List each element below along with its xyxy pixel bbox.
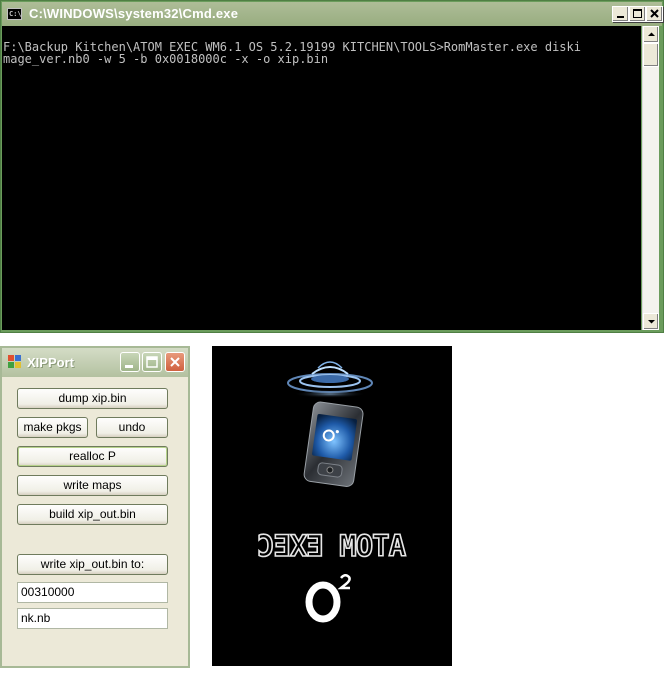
- xipport-title-bar[interactable]: XIPPort: [2, 348, 188, 377]
- o2-logo: [305, 574, 351, 623]
- mirrored-logo-text: ATOM EXEC: [258, 529, 406, 563]
- close-button[interactable]: [646, 6, 663, 22]
- splash-artwork: ATOM EXEC: [257, 361, 407, 623]
- water-ripple-graphic: [287, 361, 373, 398]
- arrow-down-icon: [648, 320, 655, 324]
- minimize-button[interactable]: [120, 352, 140, 372]
- dump-xip-button[interactable]: dump xip.bin: [17, 388, 168, 409]
- address-field[interactable]: 00310000: [17, 582, 168, 603]
- phone-device-graphic: [303, 401, 364, 487]
- console-line: mage_ver.nb0 -w 5 -b 0x0018000c -x -o xi…: [3, 52, 329, 66]
- arrow-up-icon: [648, 32, 655, 36]
- vertical-scrollbar[interactable]: [642, 26, 659, 330]
- scroll-down-button[interactable]: [643, 313, 659, 330]
- write-xip-out-to-button[interactable]: write xip_out.bin to:: [17, 554, 168, 575]
- maximize-button[interactable]: [142, 352, 162, 372]
- minimize-icon: [617, 16, 624, 18]
- cmd-window-title: C:\WINDOWS\system32\Cmd.exe: [29, 6, 239, 21]
- write-maps-button[interactable]: write maps: [17, 475, 168, 496]
- cmd-title-bar[interactable]: C:\ C:\WINDOWS\system32\Cmd.exe: [2, 2, 663, 26]
- console-output[interactable]: F:\Backup Kitchen\ATOM EXEC WM6.1 OS 5.2…: [2, 26, 641, 330]
- filename-field[interactable]: nk.nb: [17, 608, 168, 629]
- xipport-window: XIPPort dump xip.bin make pkgs undo real…: [0, 346, 190, 668]
- realloc-p-button[interactable]: realloc P: [17, 446, 168, 467]
- minimize-icon: [125, 365, 133, 368]
- scroll-up-button[interactable]: [643, 26, 659, 43]
- minimize-button[interactable]: [612, 6, 629, 22]
- cmd-app-icon[interactable]: C:\: [7, 8, 22, 20]
- undo-button[interactable]: undo: [96, 417, 168, 438]
- atom-exec-logo: ATOM EXEC: [257, 528, 407, 564]
- make-pkgs-button[interactable]: make pkgs: [17, 417, 88, 438]
- device-splash-image: ATOM EXEC: [212, 346, 452, 666]
- scroll-thumb[interactable]: [643, 43, 659, 67]
- maximize-icon: [633, 9, 642, 18]
- maximize-icon: [146, 356, 158, 368]
- close-icon: [170, 357, 180, 367]
- build-xip-out-button[interactable]: build xip_out.bin: [17, 504, 168, 525]
- xipport-app-icon[interactable]: [8, 355, 22, 369]
- close-icon: [650, 9, 659, 18]
- close-button[interactable]: [165, 352, 185, 372]
- xipport-window-title: XIPPort: [27, 355, 74, 370]
- cmd-window: C:\ C:\WINDOWS\system32\Cmd.exe F:\Backu…: [0, 0, 664, 333]
- maximize-button[interactable]: [629, 6, 646, 22]
